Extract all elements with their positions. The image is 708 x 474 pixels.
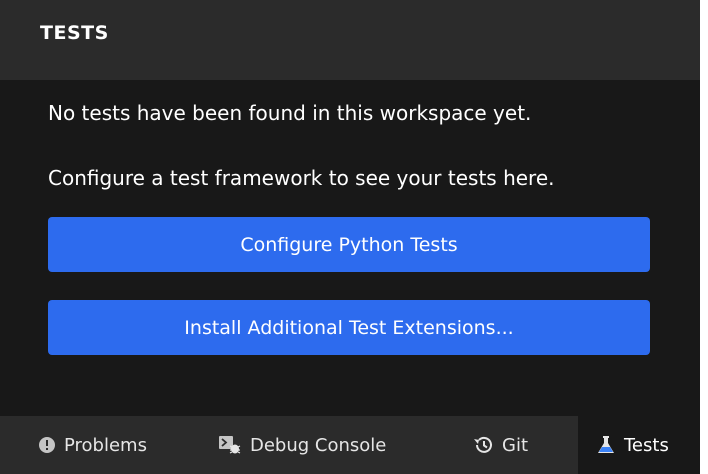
tab-debug-console-label: Debug Console bbox=[250, 434, 387, 456]
panel-body: No tests have been found in this workspa… bbox=[0, 80, 700, 416]
configure-hint-message: Configure a test framework to see your t… bbox=[48, 166, 555, 190]
debug-console-icon bbox=[218, 435, 242, 455]
history-icon bbox=[472, 435, 494, 455]
configure-python-tests-label: Configure Python Tests bbox=[240, 233, 458, 256]
tab-problems[interactable]: Problems bbox=[38, 416, 147, 474]
no-tests-message: No tests have been found in this workspa… bbox=[48, 101, 532, 125]
info-circle-icon bbox=[38, 436, 56, 454]
configure-python-tests-button[interactable]: Configure Python Tests bbox=[48, 217, 650, 272]
install-test-extensions-button[interactable]: Install Additional Test Extensions... bbox=[48, 300, 650, 355]
flask-icon bbox=[596, 435, 616, 455]
install-test-extensions-label: Install Additional Test Extensions... bbox=[184, 316, 514, 339]
bottom-tab-bar: Problems Debug Console Git Tests bbox=[0, 416, 700, 474]
tab-problems-label: Problems bbox=[64, 434, 147, 456]
panel-title: TESTS bbox=[40, 22, 109, 44]
tab-tests-label: Tests bbox=[624, 434, 669, 456]
tests-panel-window: TESTS No tests have been found in this w… bbox=[0, 0, 700, 474]
tab-git-label: Git bbox=[502, 434, 529, 456]
panel-header: TESTS bbox=[0, 0, 700, 80]
tab-git[interactable]: Git bbox=[472, 416, 528, 474]
tab-tests[interactable]: Tests bbox=[578, 416, 700, 474]
tab-debug-console[interactable]: Debug Console bbox=[218, 416, 386, 474]
